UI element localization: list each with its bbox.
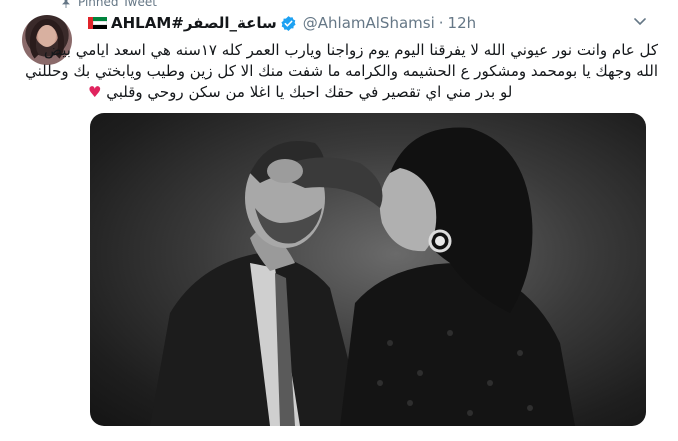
verified-badge-icon — [280, 15, 297, 32]
tweet-text: كل عام وانت نور عيوني الله لا يفرقنا الي… — [25, 40, 658, 103]
tweet-header: AHLAM#ساعة_الصفر @AhlamAlShamsi · 12h — [88, 12, 476, 34]
tweet-line-1: كل عام وانت نور عيوني الله لا يفرقنا الي… — [43, 41, 658, 59]
display-name-prefix: AHLAM — [111, 14, 172, 32]
tweet-timestamp[interactable]: 12h — [448, 14, 477, 32]
user-handle[interactable]: @AhlamAlShamsi — [303, 14, 435, 32]
display-name-hashtag: #ساعة_الصفر — [171, 14, 277, 32]
chevron-down-icon[interactable] — [632, 14, 648, 30]
pin-icon — [60, 0, 72, 8]
pinned-label: Pinned Tweet — [78, 0, 157, 9]
pinned-tweet-indicator: Pinned Tweet — [60, 0, 157, 10]
heart-icon: ♥ — [88, 83, 102, 101]
separator-dot: · — [438, 14, 444, 32]
tweet-photo[interactable] — [90, 113, 646, 426]
display-name[interactable]: AHLAM#ساعة_الصفر — [111, 14, 277, 32]
uae-flag-icon — [88, 17, 107, 29]
tweet-line-2: الله وجهك يا بومحمد ومشكور ع الحشيمه وال… — [25, 62, 658, 80]
tweet-line-3: لو بدر مني اي تقصير في حقك احبك يا اغلا … — [88, 82, 658, 103]
tweet-line-3-text: لو بدر مني اي تقصير في حقك احبك يا اغلا … — [106, 83, 513, 101]
